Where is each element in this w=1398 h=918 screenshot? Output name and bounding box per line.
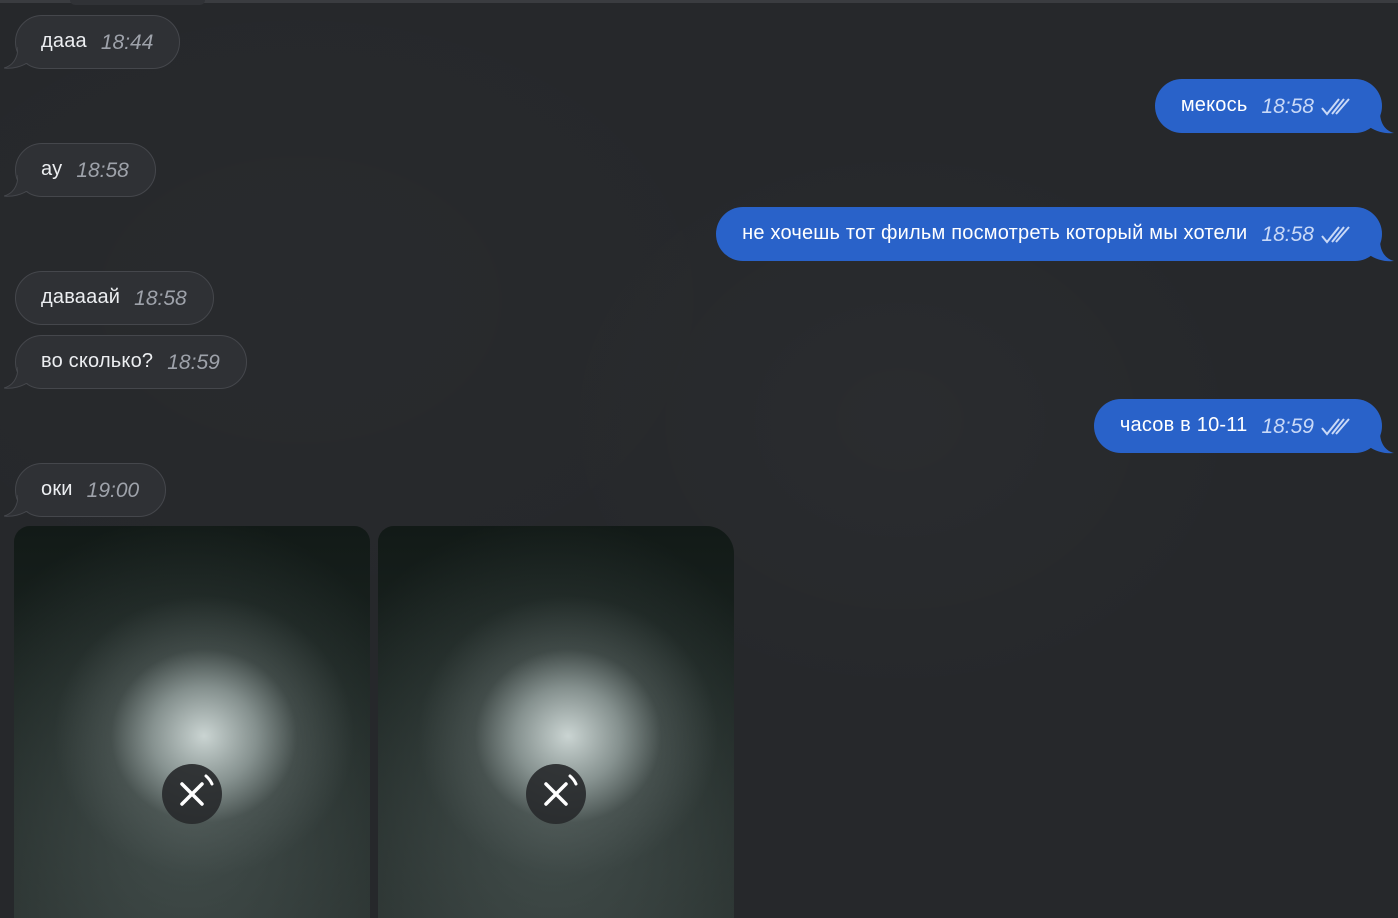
previous-message-fragment xyxy=(70,0,205,5)
photo-blurred-preview xyxy=(14,526,370,918)
chat-area[interactable]: дааа 18:44 мекось 18:58 ау 18:58 не хоче… xyxy=(0,0,1398,918)
message-bubble-incoming[interactable]: давааай 18:58 xyxy=(15,271,214,325)
bubble-tail xyxy=(4,47,30,69)
message-bubble-outgoing[interactable]: часов в 10-11 18:59 xyxy=(1093,399,1394,454)
message-time: 18:44 xyxy=(100,31,154,54)
message-bubble-incoming[interactable]: во сколько? 18:59 xyxy=(4,335,247,389)
bubble-tail xyxy=(1368,432,1394,454)
bubble-tail xyxy=(1368,240,1394,262)
message-bubble-incoming[interactable]: ау 18:58 xyxy=(4,143,156,197)
message-text: не хочешь тот фильм посмотреть который м… xyxy=(742,221,1248,244)
cancel-download-icon xyxy=(544,774,578,806)
message-time: 18:59 xyxy=(1261,415,1314,438)
bubble-tail xyxy=(4,367,30,389)
message-text: часов в 10-11 xyxy=(1119,413,1248,436)
bubble-tail xyxy=(4,495,30,517)
read-double-check-icon xyxy=(1321,418,1350,436)
photo-attachment[interactable] xyxy=(378,526,734,918)
photo-attachment[interactable] xyxy=(14,526,370,918)
message-bubble-incoming[interactable]: дааа 18:44 xyxy=(4,15,181,69)
message-bubble-outgoing[interactable]: мекось 18:58 xyxy=(1154,79,1394,134)
message-text: мекось xyxy=(1180,93,1248,116)
message-time: 18:58 xyxy=(1261,223,1314,246)
message-text: дааа xyxy=(41,29,87,52)
message-bubble-outgoing[interactable]: не хочешь тот фильм посмотреть который м… xyxy=(716,207,1394,262)
read-double-check-icon xyxy=(1321,226,1350,244)
message-bubble-incoming[interactable]: оки 19:00 xyxy=(4,463,167,517)
cancel-download-button[interactable] xyxy=(526,764,586,824)
header-divider xyxy=(0,0,1398,3)
cancel-download-icon xyxy=(180,774,214,806)
photo-blurred-preview xyxy=(378,526,734,918)
cancel-download-button[interactable] xyxy=(162,764,222,824)
bubble-tail xyxy=(4,175,30,197)
message-text: ау xyxy=(41,157,63,180)
message-time: 19:00 xyxy=(86,479,140,502)
message-text: оки xyxy=(41,477,73,500)
message-time: 18:58 xyxy=(76,159,129,182)
bubble-tail xyxy=(1368,112,1394,134)
read-double-check-icon xyxy=(1321,98,1350,116)
message-time: 18:58 xyxy=(134,287,187,310)
message-text: во сколько? xyxy=(41,349,154,372)
message-text: давааай xyxy=(41,285,121,308)
message-time: 18:59 xyxy=(167,351,220,374)
message-time: 18:58 xyxy=(1261,95,1314,118)
